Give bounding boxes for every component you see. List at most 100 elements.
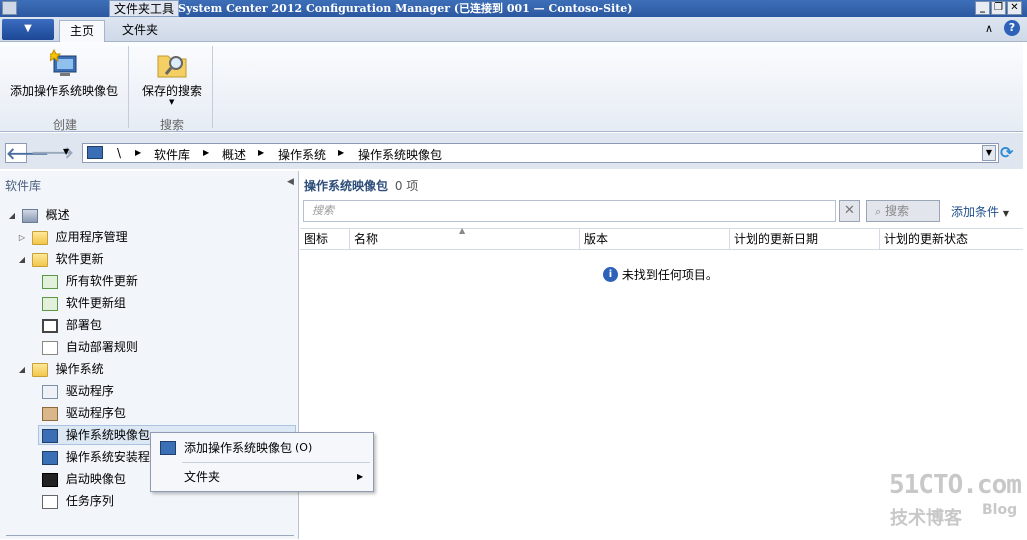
tree-item-task-sequences[interactable]: 任务序列	[42, 491, 114, 511]
tree-item-software-update-groups[interactable]: 软件更新组	[42, 293, 126, 313]
title-bar: 文件夹工具 System Center 2012 Configuration M…	[0, 0, 1027, 17]
tree-item-label: 任务序列	[65, 494, 114, 508]
empty-state: i 未找到任何项目。	[603, 266, 718, 283]
tree-item-drivers[interactable]: 驱动程序	[42, 381, 114, 401]
tree-item-application-management[interactable]: ▷ 应用程序管理	[16, 227, 128, 247]
tree-item-automatic-deployment-rules[interactable]: 自动部署规则	[42, 337, 138, 357]
search-button[interactable]: ⌕ 搜索	[866, 200, 940, 222]
breadcrumb-arrow-icon[interactable]: ▶	[338, 146, 344, 160]
expander-icon[interactable]: ◢	[16, 360, 28, 380]
tree-item-software-updates[interactable]: ◢ 软件更新	[16, 249, 104, 269]
watermark-blog: Blog	[982, 502, 1018, 518]
navigation-pane-title: 软件库	[5, 179, 42, 193]
column-header-version[interactable]: 版本	[580, 229, 730, 249]
expander-icon[interactable]: ◢	[16, 250, 28, 270]
help-icon[interactable]: ?	[1004, 20, 1020, 36]
context-menu: 添加操作系统映像包 (O) 文件夹 ▶	[150, 432, 374, 492]
window-title: System Center 2012 Configuration Manager…	[178, 2, 633, 15]
tree-item-label: 启动映像包	[65, 472, 126, 486]
forward-arrow-icon[interactable]: 🡒	[31, 143, 74, 163]
saved-searches-button[interactable]: 保存的搜索 ▼	[134, 48, 210, 108]
breadcrumb-arrow-icon[interactable]: ▶	[135, 146, 141, 160]
tree-item-label: 驱动程序包	[65, 406, 126, 420]
ribbon-group-separator	[128, 46, 129, 128]
breadcrumb-os-images[interactable]: 操作系统映像包	[358, 146, 442, 163]
tree-item-overview[interactable]: ◢ 概述	[6, 205, 70, 225]
application-menu-button[interactable]: ▼	[2, 19, 54, 40]
folder-icon	[31, 230, 48, 245]
empty-message: 未找到任何项目。	[621, 268, 718, 282]
content-title: 操作系统映像包	[304, 179, 389, 193]
column-header-scheduled-update-status[interactable]: 计划的更新状态	[880, 229, 1023, 249]
tree-item-operating-systems[interactable]: ◢ 操作系统	[16, 359, 104, 379]
back-arrow-icon[interactable]: 🡐	[5, 143, 49, 163]
breadcrumb-root[interactable]: \	[117, 146, 121, 160]
add-criteria-label: 添加条件	[951, 205, 1000, 219]
contextual-tab-label: 文件夹工具	[109, 0, 180, 17]
expander-icon[interactable]: ▷	[16, 228, 28, 248]
expander-icon[interactable]: ◢	[6, 206, 18, 226]
header-divider	[300, 249, 1023, 250]
column-header-scheduled-update-date[interactable]: 计划的更新日期	[730, 229, 880, 249]
search-input[interactable]: 搜索	[303, 200, 836, 222]
tab-folder[interactable]: 文件夹	[110, 20, 170, 42]
saved-search-icon	[157, 55, 187, 78]
tab-home[interactable]: 主页	[59, 20, 105, 42]
pane-divider	[6, 535, 294, 540]
ribbon-group-separator	[212, 46, 213, 128]
breadcrumb[interactable]	[82, 143, 999, 163]
add-criteria-button[interactable]: 添加条件 ▼	[951, 203, 1009, 220]
tree-item-label: 概述	[45, 208, 70, 222]
minimize-ribbon-icon[interactable]: ∧	[985, 22, 993, 35]
collapse-pane-icon[interactable]: ◀	[287, 177, 294, 187]
tree-item-label: 应用程序管理	[55, 230, 128, 244]
menu-item-label: 文件夹	[184, 470, 221, 484]
search-icon: ⌕	[875, 205, 882, 218]
breadcrumb-operating-systems[interactable]: 操作系统	[278, 146, 326, 163]
tree-item-label: 所有软件更新	[65, 274, 138, 288]
tree-item-deployment-packages[interactable]: 部署包	[42, 315, 102, 335]
ribbon-group-create-label: 创建	[52, 118, 77, 132]
search-button-label: 搜索	[885, 204, 910, 218]
menu-separator	[182, 462, 370, 463]
menu-item-add-os-image-package[interactable]: 添加操作系统映像包 (O)	[153, 436, 371, 460]
folder-icon	[31, 252, 48, 267]
tree-item-driver-packages[interactable]: 驱动程序包	[42, 403, 126, 423]
menu-item-shortcut: (O)	[295, 441, 313, 454]
address-dropdown-icon[interactable]: ▼	[982, 145, 996, 161]
tree-item-label: 操作系统	[55, 362, 104, 376]
column-header-icon[interactable]: 图标	[300, 229, 350, 249]
breadcrumb-software-library[interactable]: 软件库	[154, 146, 190, 163]
breadcrumb-overview[interactable]: 概述	[222, 146, 246, 163]
ribbon-group-search-label: 搜索	[159, 118, 184, 132]
deployment-package-icon	[42, 318, 58, 333]
restore-button[interactable]: ❐	[991, 1, 1006, 15]
refresh-icon[interactable]: ⟳	[1000, 143, 1013, 162]
dropdown-arrow-icon: ▼	[169, 98, 175, 106]
boot-image-icon	[42, 472, 58, 487]
tree-item-all-software-updates[interactable]: 所有软件更新	[42, 271, 138, 291]
sort-ascending-icon: ▲	[459, 226, 466, 235]
close-button[interactable]: ✕	[1007, 1, 1022, 15]
system-menu-icon[interactable]	[2, 1, 17, 15]
history-dropdown-icon[interactable]: ▼	[63, 147, 69, 156]
os-image-icon	[42, 428, 58, 443]
watermark-subtitle: 技术博客	[890, 508, 962, 529]
tree-item-label: 自动部署规则	[65, 340, 138, 354]
tree-item-label: 软件更新组	[65, 296, 126, 310]
watermark-site: 51CTO.com	[889, 470, 1022, 500]
tree-item-label: 部署包	[65, 318, 102, 332]
tree-item-label: 软件更新	[55, 252, 104, 266]
content-header: 操作系统映像包 0 项	[304, 177, 418, 194]
overview-icon	[21, 208, 38, 223]
clear-search-icon[interactable]: ✕	[839, 200, 860, 222]
menu-item-folder[interactable]: 文件夹 ▶	[153, 465, 371, 489]
breadcrumb-arrow-icon[interactable]: ▶	[203, 146, 209, 160]
tree-item-boot-images[interactable]: 启动映像包	[42, 469, 126, 489]
breadcrumb-arrow-icon[interactable]: ▶	[258, 146, 264, 160]
minimize-button[interactable]: _	[975, 1, 990, 15]
menu-item-label: 添加操作系统映像包	[184, 441, 293, 455]
tree-item-label: 操作系统映像包	[65, 428, 150, 442]
task-sequence-icon	[42, 494, 58, 509]
add-os-image-package-button[interactable]: 添加操作系统映像包	[6, 48, 124, 104]
